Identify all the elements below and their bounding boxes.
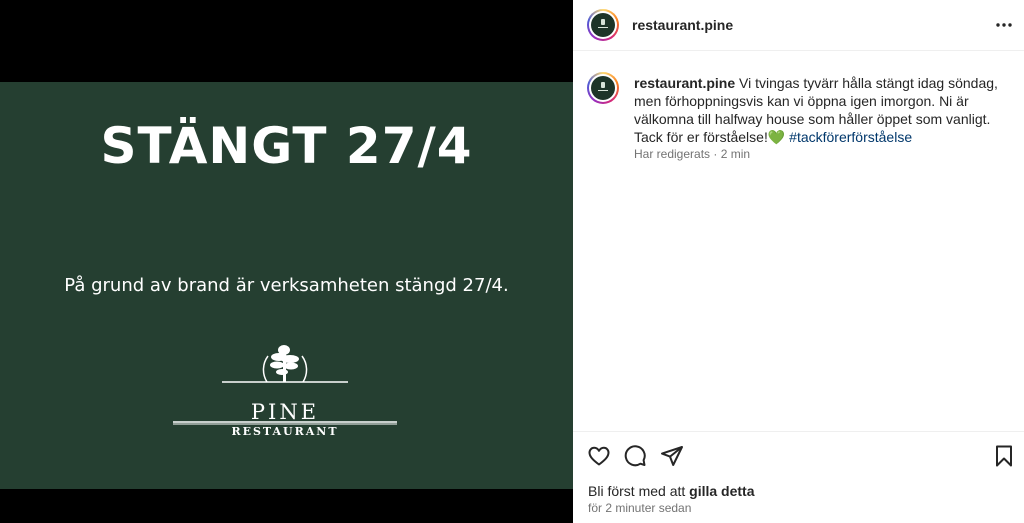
more-options-icon[interactable] — [992, 14, 1016, 36]
heart-icon[interactable] — [587, 444, 611, 468]
post-caption: restaurant.pine Vi tvingas tyvärr hålla … — [634, 74, 1014, 146]
time-ago: 2 min — [720, 147, 751, 161]
poster-subtitle: På grund av brand är verksamheten stängd… — [64, 275, 509, 296]
post-media: STÄNGT 27/4 På grund av brand är verksam… — [0, 0, 573, 523]
bookmark-icon[interactable] — [992, 444, 1016, 468]
edited-label: Har redigerats — [634, 147, 711, 161]
pine-restaurant-logo: PINE RESTAURANT — [170, 344, 400, 446]
likes-prefix: Bli först med att — [588, 483, 690, 499]
post-header: restaurant.pine — [573, 0, 1024, 51]
action-bar: Bli först med att gilla detta för 2 minu… — [573, 431, 1024, 523]
post-sidebar: restaurant.pine restaurant.pine Vi tving… — [573, 0, 1024, 523]
logo-name: PINE — [250, 400, 320, 424]
like-this-link[interactable]: gilla detta — [689, 483, 754, 499]
avatar[interactable] — [587, 9, 619, 41]
caption-username[interactable]: restaurant.pine — [634, 75, 735, 91]
hashtag-link[interactable]: #tackförerförståelse — [789, 129, 912, 145]
poster-headline: STÄNGT 27/4 — [100, 117, 473, 175]
caption-avatar[interactable] — [587, 72, 619, 104]
post-timestamp[interactable]: för 2 minuter sedan — [588, 501, 691, 515]
header-username[interactable]: restaurant.pine — [632, 17, 733, 33]
comment-icon[interactable] — [623, 444, 647, 468]
likes-text: Bli först med att gilla detta — [588, 483, 755, 499]
post-image[interactable]: STÄNGT 27/4 På grund av brand är verksam… — [0, 82, 573, 489]
share-icon[interactable] — [660, 444, 684, 468]
caption-meta: Har redigerats · 2 min — [634, 147, 751, 161]
logo-subtitle: RESTAURANT — [231, 425, 339, 438]
